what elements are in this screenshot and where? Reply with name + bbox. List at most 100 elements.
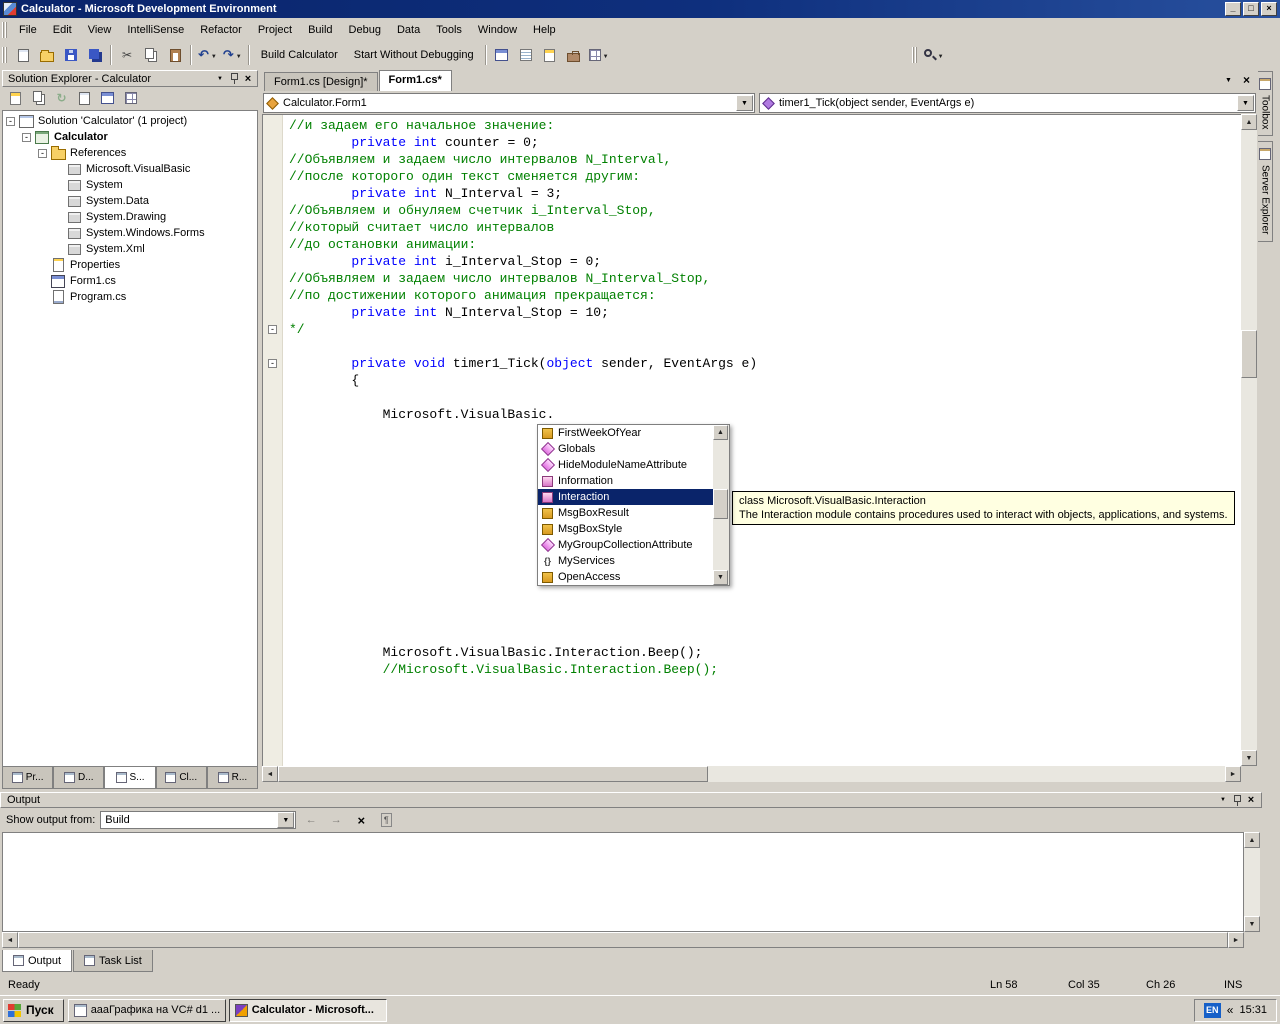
close-button[interactable]: × — [1261, 2, 1277, 16]
open-file-button[interactable] — [35, 44, 59, 66]
new-item-button[interactable] — [11, 44, 35, 66]
intellisense-item[interactable]: MsgBoxResult — [538, 505, 713, 521]
view-designer-button[interactable] — [490, 44, 514, 66]
scrollbar-thumb[interactable] — [1241, 330, 1257, 378]
editor-vertical-scrollbar[interactable] — [1241, 114, 1257, 766]
intellisense-item[interactable]: MyServices — [538, 553, 713, 569]
menu-build[interactable]: Build — [300, 20, 340, 40]
language-indicator[interactable]: EN — [1204, 1003, 1221, 1018]
se-view-code-button[interactable] — [74, 89, 95, 108]
tree-item-system-windows-forms[interactable]: System.Windows.Forms — [3, 225, 257, 241]
menu-project[interactable]: Project — [250, 20, 300, 40]
tab-list-dropdown-icon[interactable] — [1221, 73, 1236, 87]
panel-menu-icon[interactable] — [1216, 794, 1230, 807]
properties-window-button[interactable] — [538, 44, 562, 66]
editor-horizontal-scrollbar[interactable] — [262, 766, 1241, 782]
intellisense-item[interactable]: Information — [538, 473, 713, 489]
prev-message-button[interactable] — [301, 811, 321, 829]
member-combo-dropdown-icon[interactable] — [1237, 95, 1254, 111]
tree-item-form1-cs[interactable]: Form1.cs — [3, 273, 257, 289]
output-combo-dropdown-icon[interactable] — [277, 812, 294, 828]
restore-button[interactable]: □ — [1243, 2, 1259, 16]
scroll-left-icon[interactable] — [2, 932, 18, 948]
type-combobox[interactable]: Calculator.Form1 — [263, 93, 755, 113]
undo-dropdown-icon[interactable] — [211, 49, 217, 61]
menu-edit[interactable]: Edit — [45, 20, 80, 40]
redo-button[interactable] — [220, 44, 245, 66]
member-combobox[interactable]: timer1_Tick(object sender, EventArgs e) — [759, 93, 1256, 113]
scroll-right-icon[interactable] — [1225, 766, 1241, 782]
minimize-button[interactable]: _ — [1225, 2, 1241, 16]
tree-item-system-drawing[interactable]: System.Drawing — [3, 209, 257, 225]
se-properties-button[interactable] — [5, 89, 26, 108]
output-content[interactable] — [2, 832, 1244, 932]
panel-tab-pr[interactable]: Pr... — [2, 767, 53, 789]
menu-help[interactable]: Help — [525, 20, 564, 40]
tree-item-system-data[interactable]: System.Data — [3, 193, 257, 209]
solution-explorer-button[interactable] — [514, 44, 538, 66]
editor-tab-form1-cs-design[interactable]: Form1.cs [Design]* — [264, 72, 378, 91]
tree-item-solution-calculator-1-project[interactable]: Solution 'Calculator' (1 project) — [3, 113, 257, 129]
type-combo-dropdown-icon[interactable] — [736, 95, 753, 111]
undo-button[interactable] — [195, 44, 220, 66]
panel-tab-s[interactable]: S... — [104, 767, 155, 789]
pin-icon[interactable] — [1230, 794, 1244, 807]
toolbox-button[interactable] — [562, 44, 586, 66]
se-add-item-button[interactable] — [120, 89, 141, 108]
scroll-up-icon[interactable] — [713, 425, 728, 440]
tree-item-properties[interactable]: Properties — [3, 257, 257, 273]
find-button[interactable] — [921, 44, 947, 66]
output-horizontal-scrollbar[interactable] — [2, 932, 1244, 948]
menu-debug[interactable]: Debug — [341, 20, 389, 40]
tree-item-system-xml[interactable]: System.Xml — [3, 241, 257, 257]
expand-toggle-icon[interactable] — [6, 117, 15, 126]
other-windows-button[interactable] — [586, 44, 612, 66]
menu-tools[interactable]: Tools — [428, 20, 470, 40]
tree-item-microsoft-visualbasic[interactable]: Microsoft.VisualBasic — [3, 161, 257, 177]
save-button[interactable] — [59, 44, 83, 66]
intellisense-item[interactable]: Globals — [538, 441, 713, 457]
panel-menu-icon[interactable] — [213, 72, 227, 85]
panel-tab-r[interactable]: R... — [207, 767, 258, 789]
intellisense-item[interactable]: OpenAccess — [538, 569, 713, 585]
scroll-down-icon[interactable] — [1244, 916, 1260, 932]
close-panel-icon[interactable] — [241, 72, 255, 85]
output-tab-task-list[interactable]: Task List — [73, 950, 153, 972]
menu-view[interactable]: View — [80, 20, 120, 40]
panel-tab-d[interactable]: D... — [53, 767, 104, 789]
se-show-all-files-button[interactable] — [28, 89, 49, 108]
scroll-down-icon[interactable] — [713, 570, 728, 585]
scroll-down-icon[interactable] — [1241, 750, 1257, 766]
se-refresh-button[interactable] — [51, 89, 72, 108]
tree-item-references[interactable]: References — [3, 145, 257, 161]
scroll-up-icon[interactable] — [1244, 832, 1260, 848]
tray-chevron-icon[interactable] — [1227, 1003, 1234, 1017]
copy-button[interactable] — [139, 44, 163, 66]
scrollbar-thumb[interactable] — [18, 932, 1228, 948]
start-button[interactable]: Пуск — [3, 999, 64, 1022]
intellisense-item[interactable]: MyGroupCollectionAttribute — [538, 537, 713, 553]
intellisense-item[interactable]: MsgBoxStyle — [538, 521, 713, 537]
close-document-icon[interactable] — [1239, 73, 1254, 87]
tree-item-calculator[interactable]: Calculator — [3, 129, 257, 145]
scroll-left-icon[interactable] — [262, 766, 278, 782]
side-tab-server-explorer[interactable]: Server Explorer — [1258, 141, 1273, 241]
scrollbar-thumb[interactable] — [713, 489, 728, 519]
output-source-combobox[interactable]: Build — [100, 811, 296, 829]
menu-window[interactable]: Window — [470, 20, 525, 40]
clear-all-button[interactable] — [351, 811, 371, 829]
close-panel-icon[interactable] — [1244, 794, 1258, 807]
menu-intellisense[interactable]: IntelliSense — [119, 20, 192, 40]
find-dropdown-icon[interactable] — [938, 49, 944, 61]
menu-data[interactable]: Data — [389, 20, 428, 40]
intellisense-list[interactable]: FirstWeekOfYearGlobalsHideModuleNameAttr… — [538, 425, 713, 585]
pin-icon[interactable] — [227, 72, 241, 85]
cut-button[interactable] — [115, 44, 139, 66]
output-vertical-scrollbar[interactable] — [1244, 832, 1260, 932]
paste-button[interactable] — [163, 44, 187, 66]
intellisense-scrollbar[interactable] — [713, 425, 729, 585]
scroll-right-icon[interactable] — [1228, 932, 1244, 948]
expand-toggle-icon[interactable] — [22, 133, 31, 142]
se-view-designer-button[interactable] — [97, 89, 118, 108]
word-wrap-button[interactable] — [376, 811, 396, 829]
